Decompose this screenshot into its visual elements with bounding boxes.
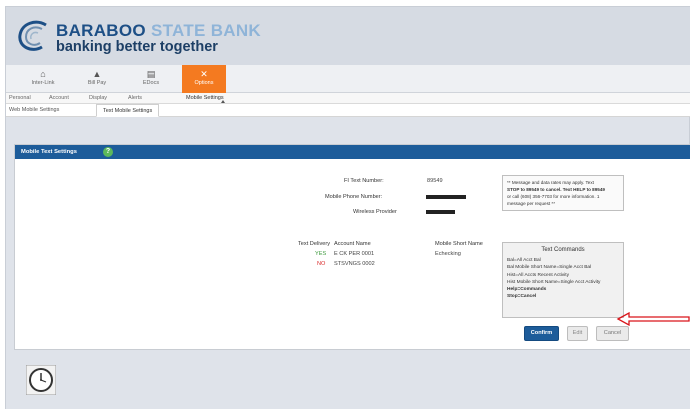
subnav-mobile-settings[interactable]: Mobile Settings	[186, 95, 224, 101]
command-line: Bal=All Acct Bal	[507, 258, 541, 263]
subnav-display[interactable]: Display	[89, 95, 107, 101]
command-line: Hist Mobile Short Name=Single Acct Activ…	[507, 279, 601, 285]
subnav-personal[interactable]: Personal	[9, 95, 31, 101]
panel-header: Mobile Text Settings ?	[15, 145, 690, 159]
account-name-cell: E CK PER 0001	[334, 251, 375, 257]
bank-name-secondary: STATE BANK	[150, 21, 261, 40]
annotation-arrow-icon	[616, 312, 690, 326]
site-header: BARABOO STATE BANK banking better togeth…	[6, 7, 690, 65]
nav-edocs[interactable]: ▤ EDocs	[128, 65, 174, 93]
panel-title: Mobile Text Settings	[21, 149, 77, 155]
col-account-name: Account Name	[334, 241, 371, 247]
disclaimer-line: or call (608) 356-7703 for more informat…	[507, 194, 600, 199]
page-frame: BARABOO STATE BANK banking better togeth…	[5, 6, 690, 409]
cancel-button[interactable]: Cancel	[596, 326, 629, 341]
confirm-button[interactable]: Confirm	[524, 326, 559, 341]
subnav-alerts[interactable]: Alerts	[128, 95, 142, 101]
fi-text-number-value: 89549	[427, 178, 443, 184]
nav-bill-pay[interactable]: ▲ Bill Pay	[74, 65, 120, 93]
disclaimer-line: STOP to 89549 to cancel. Text HELP to 89…	[507, 187, 605, 192]
command-line: Stop=Cancel	[507, 294, 537, 300]
bank-logo-icon	[18, 20, 47, 51]
help-icon[interactable]: ?	[103, 147, 113, 157]
text-commands-box: Text Commands Bal=All Acct Bal Bal Mobil…	[502, 242, 624, 318]
rates-disclaimer: ** Message and data rates may apply. Tex…	[502, 175, 624, 211]
delivery-toggle-no[interactable]: NO	[317, 261, 325, 267]
document-icon: ▤	[146, 69, 156, 79]
nav-label: Bill Pay	[87, 80, 107, 86]
nav-label: EDocs	[142, 80, 160, 86]
command-line: Hist=All Accts Recent Activity	[507, 272, 569, 278]
nav-label: Options	[194, 80, 214, 86]
wireless-provider-redacted	[426, 210, 455, 214]
col-mobile-short-name: Mobile Short Name	[435, 241, 483, 247]
edit-button[interactable]: Edit	[567, 326, 588, 341]
bank-tagline: banking better together	[56, 39, 218, 55]
account-name-cell: STSVNGS 0002	[334, 261, 375, 267]
disclaimer-line: message per request **	[507, 201, 556, 206]
clock-icon	[26, 365, 56, 395]
subnav-account[interactable]: Account	[49, 95, 69, 101]
mobile-phone-redacted	[426, 195, 466, 199]
bank-name: BARABOO STATE BANK	[56, 21, 261, 41]
col-text-delivery: Text Delivery	[298, 241, 331, 247]
mobile-phone-label: Mobile Phone Number:	[325, 194, 383, 200]
mobile-settings-tabs: Web Mobile Settings Text Mobile Settings	[6, 104, 690, 117]
tab-text-mobile-settings[interactable]: Text Mobile Settings	[96, 104, 160, 117]
fi-text-number-label: FI Text Number:	[344, 178, 384, 184]
top-navigation: ⌂ Inter-Link ▲ Bill Pay ▤ EDocs ✕ Option…	[6, 65, 690, 93]
tab-web-mobile-settings[interactable]: Web Mobile Settings	[9, 107, 59, 113]
bank-icon: ▲	[92, 69, 102, 79]
nav-inter-link[interactable]: ⌂ Inter-Link	[20, 65, 66, 93]
selected-caret-icon	[221, 100, 225, 103]
wireless-provider-label: Wireless Provider	[353, 209, 397, 215]
text-commands-title: Text Commands	[541, 247, 585, 253]
options-subnav: Personal Account Display Alerts Mobile S…	[6, 93, 690, 104]
bank-name-primary: BARABOO	[56, 21, 146, 40]
mobile-text-settings-panel: Mobile Text Settings ? FI Text Number: 8…	[14, 144, 690, 350]
nav-label: Inter-Link	[31, 80, 55, 86]
delivery-toggle-yes[interactable]: YES	[315, 251, 326, 257]
disclaimer-line: ** Message and data rates may apply. Tex…	[507, 180, 594, 185]
nav-options[interactable]: ✕ Options	[182, 65, 226, 93]
command-line: Bal Mobile Short Name=Single Acct Bal	[507, 265, 592, 271]
home-icon: ⌂	[40, 69, 46, 79]
footer-area	[6, 350, 690, 409]
short-name-cell[interactable]: Echecking	[435, 251, 461, 257]
command-line: Help=Commands	[507, 287, 547, 293]
tools-icon: ✕	[200, 69, 208, 79]
